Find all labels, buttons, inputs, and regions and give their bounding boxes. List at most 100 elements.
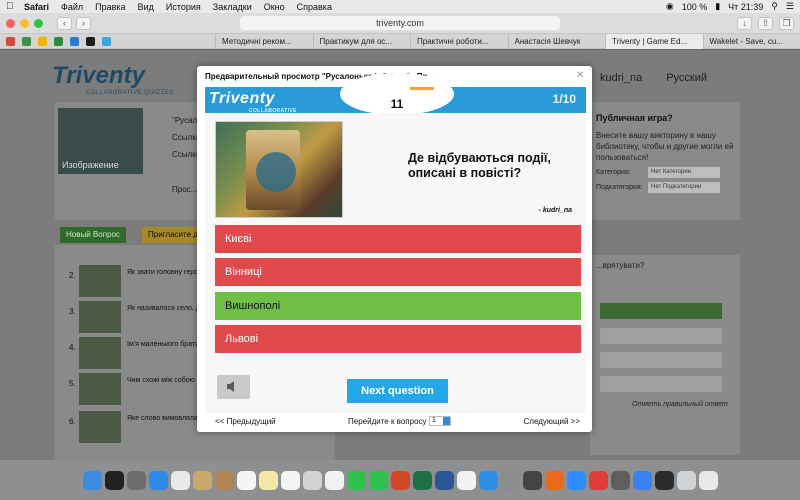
toolbar-right: ↓ ⇧ ❐ [737, 16, 794, 30]
zoom-app-icon[interactable] [566, 470, 586, 490]
nav-group: ‹ › [57, 16, 91, 30]
triventy-logo-small: Triventy COLLABORATIVE QUIZZES [209, 90, 296, 120]
answer-field[interactable] [600, 352, 722, 368]
mail-icon[interactable] [192, 470, 212, 490]
forward-button[interactable]: › [76, 16, 91, 30]
question-thumbnail [79, 265, 121, 297]
settings-icon[interactable] [500, 470, 520, 490]
app-icon[interactable] [632, 470, 652, 490]
music-icon[interactable] [456, 470, 476, 490]
app-icon[interactable] [522, 470, 542, 490]
messages-icon[interactable] [368, 470, 388, 490]
drive-icon[interactable] [22, 36, 31, 46]
calendar-icon[interactable] [236, 470, 256, 490]
tabs-overview-icon[interactable]: ❐ [779, 16, 794, 30]
share-icon[interactable]: ⇧ [758, 16, 773, 30]
preview-icon[interactable] [302, 470, 322, 490]
mac-menubar:  Safari Файл Правка Вид История Закладк… [0, 0, 800, 13]
close-icon[interactable]: ✕ [576, 71, 586, 81]
triventy-logo[interactable]: Triventy [52, 62, 145, 90]
app-icon[interactable] [610, 470, 630, 490]
word-icon[interactable] [434, 470, 454, 490]
contacts-icon[interactable] [214, 470, 234, 490]
answer-option-1[interactable]: Києві [215, 225, 581, 253]
next-question-button[interactable]: Next question [347, 379, 448, 403]
preview-button[interactable]: Прос... [172, 185, 197, 194]
trash-icon[interactable] [698, 470, 718, 490]
gmail-icon[interactable] [6, 36, 15, 46]
downloads-icon[interactable] [676, 470, 696, 490]
question-thumbnail [79, 411, 121, 443]
zoom-window-button[interactable] [34, 18, 43, 28]
preview-modal: Предварительный просмотр "Русалонька із … [197, 66, 592, 432]
public-game-title: Публичная игра? [596, 113, 673, 123]
answer-option-3-correct[interactable]: Вишнополі [215, 292, 581, 320]
download-icon[interactable]: ↓ [737, 16, 752, 30]
modal-footer: << Предыдущий Перейдите к вопросу 1 След… [215, 416, 580, 429]
language-selector[interactable]: Русский [666, 72, 707, 84]
menu-window[interactable]: Окно [264, 2, 285, 12]
goto-question-select[interactable]: 1 [429, 416, 451, 426]
battery-icon[interactable]: ▮ [715, 1, 720, 12]
photos-icon[interactable] [324, 470, 344, 490]
previous-question-link[interactable]: << Предыдущий [215, 417, 276, 426]
menu-list-icon[interactable]: ☰ [786, 1, 794, 12]
category-select[interactable]: Нет Категории [648, 167, 720, 178]
minimize-window-button[interactable] [20, 18, 29, 28]
finder-icon[interactable] [82, 470, 102, 490]
excel-icon[interactable] [412, 470, 432, 490]
app-store-icon[interactable] [478, 470, 498, 490]
tab-2[interactable]: Практикум для ос... [312, 33, 411, 49]
powerpoint-icon[interactable] [390, 470, 410, 490]
new-question-button[interactable]: Новый Вопрос [60, 227, 126, 243]
subcategory-select[interactable]: Нет Подкатегории [648, 182, 720, 193]
user-name[interactable]: kudri_na [600, 72, 642, 84]
tab-1[interactable]: Методичні реком... [215, 33, 313, 49]
reminders-icon[interactable] [280, 470, 300, 490]
bookmark-icon[interactable] [38, 36, 47, 46]
bookmark-icon[interactable] [54, 36, 63, 46]
menu-bookmarks[interactable]: Закладки [213, 2, 252, 12]
wifi-icon[interactable]: ◉ [666, 1, 674, 12]
menu-view[interactable]: Вид [138, 2, 154, 12]
address-bar[interactable]: triventy.com [240, 16, 560, 30]
tab-3[interactable]: Практичні роботи... [410, 33, 508, 49]
menu-history[interactable]: История [166, 2, 201, 12]
close-window-button[interactable] [6, 18, 15, 28]
battery-text[interactable]: 100 % [682, 2, 708, 12]
next-question-link[interactable]: Следующий >> [524, 417, 580, 426]
back-button[interactable]: ‹ [57, 16, 72, 30]
menu-edit[interactable]: Правка [95, 2, 125, 12]
tab-4[interactable]: Анастасія Шевчук [507, 33, 606, 49]
tab-5-active[interactable]: Triventy | Game Ed... [605, 33, 703, 49]
bookmark-icon[interactable] [102, 36, 111, 46]
siri-icon[interactable] [104, 470, 124, 490]
menu-app[interactable]: Safari [24, 2, 49, 12]
notes-icon[interactable] [258, 470, 278, 490]
clock[interactable]: Чт 21:39 [728, 2, 763, 12]
answer-option-4[interactable]: Львові [215, 325, 581, 353]
answer-option-2[interactable]: Вінниці [215, 258, 581, 286]
right-hint: ...врятувати? [596, 261, 645, 270]
menu-help[interactable]: Справка [297, 2, 332, 12]
answer-field[interactable] [600, 376, 722, 392]
bookmark-icon[interactable] [86, 36, 95, 46]
question-progress: 1/10 [552, 92, 576, 106]
menu-file[interactable]: Файл [61, 2, 83, 12]
search-icon[interactable]: ⚲ [771, 1, 778, 12]
facetime-icon[interactable] [346, 470, 366, 490]
tab-6[interactable]: Wakelet - Save, cu... [702, 33, 800, 49]
favorites-icons [0, 36, 215, 46]
correct-answer-field[interactable] [600, 303, 722, 319]
answer-field[interactable] [600, 328, 722, 344]
app-icon[interactable] [588, 470, 608, 490]
bookmark-icon[interactable] [70, 36, 79, 46]
apple-icon[interactable]:  [6, 1, 16, 12]
safari-icon[interactable] [148, 470, 168, 490]
app-icon[interactable] [654, 470, 674, 490]
image-label[interactable]: Изображение [62, 160, 119, 170]
chrome-icon[interactable] [170, 470, 190, 490]
sound-button[interactable] [217, 375, 250, 399]
app-icon[interactable] [544, 470, 564, 490]
launchpad-icon[interactable] [126, 470, 146, 490]
